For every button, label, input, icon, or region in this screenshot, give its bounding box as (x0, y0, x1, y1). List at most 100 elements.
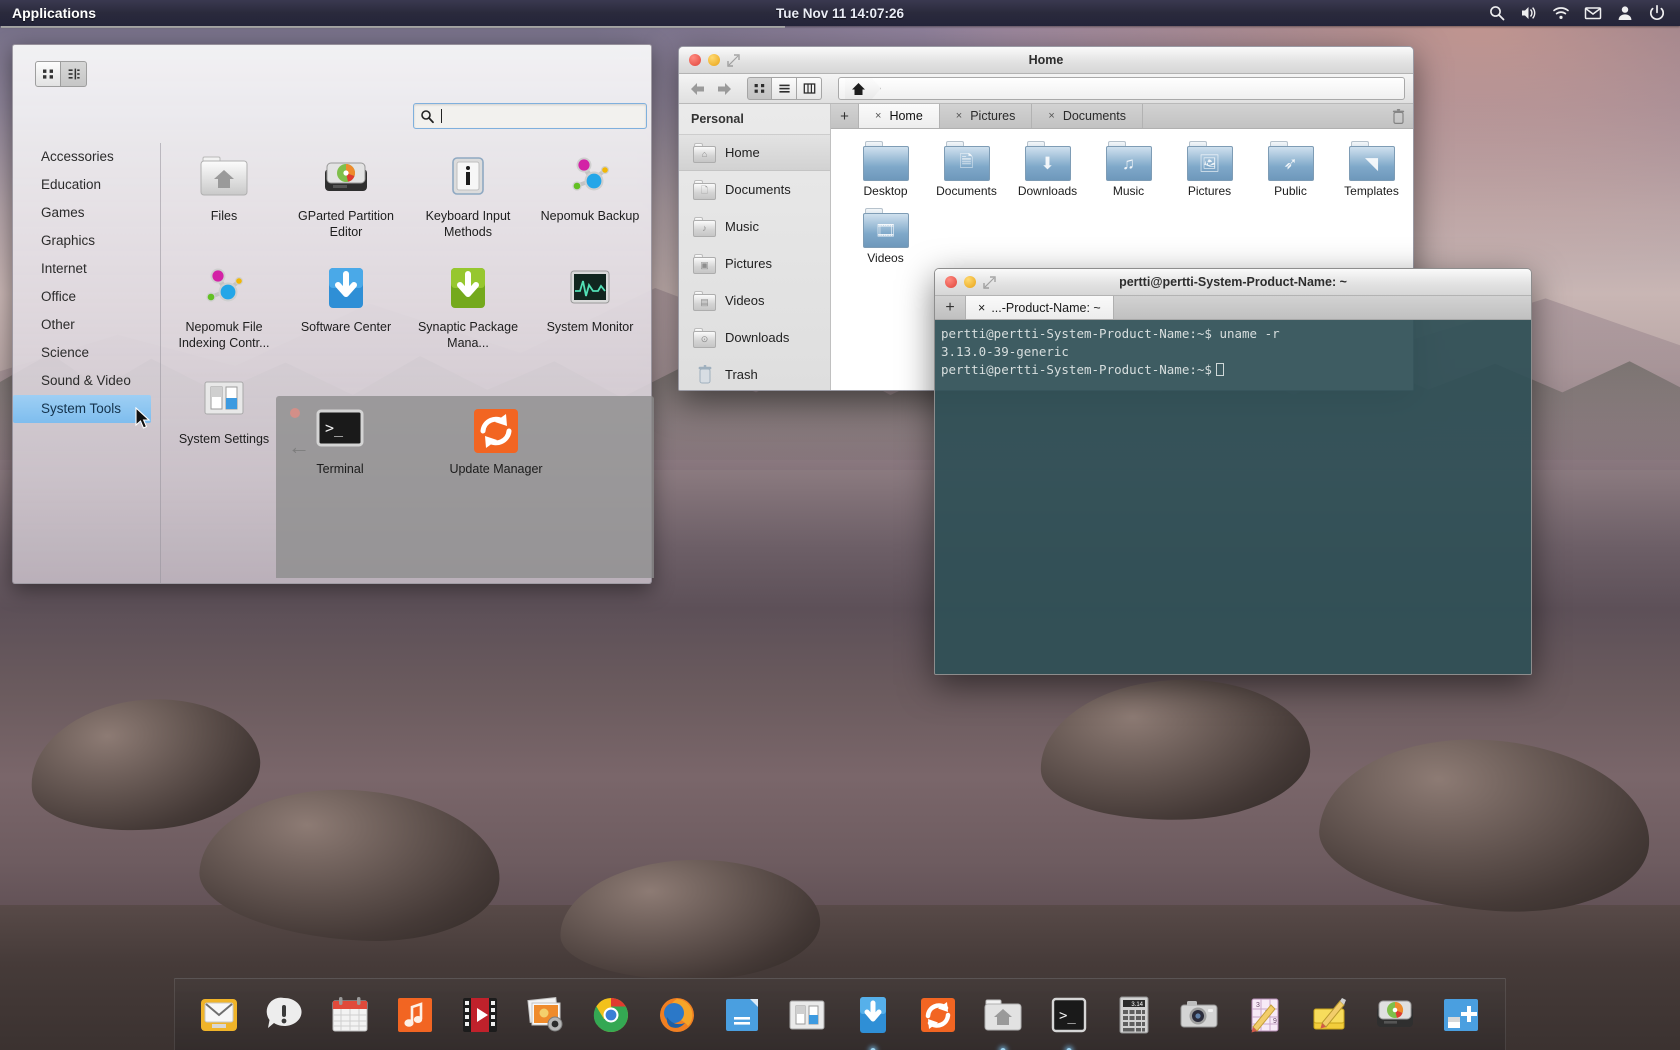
minimize-icon[interactable] (964, 276, 976, 288)
dock-item-terminal[interactable]: >_ (1043, 989, 1095, 1041)
close-icon[interactable] (945, 276, 957, 288)
terminal-tab[interactable]: × ...-Product-Name: ~ (965, 296, 1114, 319)
dock-item-camera[interactable] (1173, 989, 1225, 1041)
app-tile-software-center[interactable]: Software Center (285, 256, 407, 351)
sidebar-item-music[interactable]: ♪ Music (679, 208, 830, 245)
sidebar-item-documents[interactable]: 🗋 Documents (679, 171, 830, 208)
file-manager-toolbar[interactable] (679, 74, 1413, 104)
category-graphics[interactable]: Graphics (13, 227, 160, 255)
application-categories-list[interactable]: Accessories Education Games Graphics Int… (13, 143, 161, 584)
window-controls[interactable] (679, 54, 740, 67)
terminal-titlebar[interactable]: pertti@pertti-System-Product-Name: ~ (935, 269, 1531, 296)
dock-item-messages[interactable] (258, 989, 310, 1041)
view-toggle-group[interactable] (35, 61, 87, 87)
wifi-icon[interactable] (1552, 4, 1570, 22)
grid-view-icon[interactable] (35, 61, 61, 87)
new-tab-button[interactable]: + (831, 104, 859, 128)
category-sound-and-video[interactable]: Sound & Video (13, 367, 160, 395)
power-icon[interactable] (1648, 4, 1666, 22)
app-tile-files[interactable]: Files (163, 145, 285, 240)
window-controls[interactable] (935, 276, 996, 289)
icon-view-icon[interactable] (747, 77, 772, 100)
category-accessories[interactable]: Accessories (13, 143, 160, 171)
breadcrumb-home[interactable] (845, 78, 881, 99)
dock-item-notes[interactable] (1304, 989, 1356, 1041)
folder-item-templates[interactable]: ◥ Templates (1331, 141, 1412, 198)
app-tile-gparted[interactable]: GParted Partition Editor (285, 145, 407, 240)
dock-item-spreadsheet[interactable]: 359 (1239, 989, 1291, 1041)
folder-item-public[interactable]: ➶ Public (1250, 141, 1331, 198)
maximize-icon[interactable] (727, 54, 740, 67)
terminal-output[interactable]: pertti@pertti-System-Product-Name:~$ una… (935, 320, 1531, 675)
close-tab-icon[interactable]: × (875, 110, 881, 122)
back-arrow-icon[interactable] (687, 79, 707, 99)
dock-item-mail[interactable] (193, 989, 245, 1041)
dock-item-firefox[interactable] (651, 989, 703, 1041)
sidebar-item-downloads[interactable]: ⊙ Downloads (679, 319, 830, 356)
dock-item-photos[interactable] (520, 989, 572, 1041)
tab-documents[interactable]: × Documents (1032, 104, 1143, 128)
list-view-icon[interactable] (772, 77, 797, 100)
dock[interactable]: >_ 3.14 359 (174, 978, 1506, 1050)
dock-item-add-app[interactable] (1435, 989, 1487, 1041)
applications-search-input[interactable] (446, 109, 640, 124)
mail-icon[interactable] (1584, 4, 1602, 22)
terminal-window[interactable]: pertti@pertti-System-Product-Name: ~ + ×… (934, 268, 1532, 675)
list-view-icon[interactable] (61, 61, 87, 87)
dock-item-chrome[interactable] (585, 989, 637, 1041)
category-system-tools[interactable]: System Tools (13, 395, 151, 423)
file-manager-sidebar[interactable]: Personal ⌂ Home 🗋 Documents ♪ Music ▣ Pi… (679, 104, 831, 391)
folder-item-videos[interactable]: 🎞 Videos (845, 208, 926, 265)
app-tile-nepomuk-backup[interactable]: Nepomuk Backup (529, 145, 651, 240)
volume-icon[interactable] (1520, 4, 1538, 22)
folder-item-downloads[interactable]: ⬇ Downloads (1007, 141, 1088, 198)
close-icon[interactable] (689, 54, 701, 66)
dock-item-software-center[interactable] (847, 989, 899, 1041)
applications-menu-button[interactable]: Applications (0, 0, 108, 26)
applications-search-wrapper[interactable] (413, 103, 647, 129)
close-tab-icon[interactable]: × (956, 110, 962, 122)
app-tile-keyboard-input-methods[interactable]: Keyboard Input Methods (407, 145, 529, 240)
forward-arrow-icon[interactable] (715, 79, 735, 99)
app-tile-system-monitor[interactable]: System Monitor (529, 256, 651, 351)
dock-item-music[interactable] (389, 989, 441, 1041)
user-icon[interactable] (1616, 4, 1634, 22)
close-tab-icon[interactable]: × (1048, 110, 1054, 122)
category-internet[interactable]: Internet (13, 255, 160, 283)
app-tile-synaptic[interactable]: Synaptic Package Mana... (407, 256, 529, 351)
app-tile-nepomuk-file-indexing[interactable]: Nepomuk File Indexing Contr... (163, 256, 285, 351)
trash-icon[interactable] (1383, 104, 1413, 128)
tab-home[interactable]: × Home (859, 104, 940, 128)
folder-item-pictures[interactable]: 🖼 Pictures (1169, 141, 1250, 198)
sidebar-item-pictures[interactable]: ▣ Pictures (679, 245, 830, 282)
sidebar-item-trash[interactable]: Trash (679, 356, 830, 391)
category-games[interactable]: Games (13, 199, 160, 227)
column-view-icon[interactable] (797, 77, 822, 100)
category-education[interactable]: Education (13, 171, 160, 199)
app-tile-system-settings[interactable]: System Settings (163, 368, 285, 448)
sidebar-item-videos[interactable]: ▤ Videos (679, 282, 830, 319)
maximize-icon[interactable] (983, 276, 996, 289)
view-mode-group[interactable] (747, 77, 822, 100)
dock-item-update-manager[interactable] (912, 989, 964, 1041)
category-other[interactable]: Other (13, 311, 160, 339)
path-breadcrumb-bar[interactable] (838, 77, 1405, 100)
tab-pictures[interactable]: × Pictures (940, 104, 1033, 128)
switcher-item-update-manager[interactable]: Update Manager (446, 406, 546, 478)
dock-item-calculator[interactable]: 3.14 (1108, 989, 1160, 1041)
dock-item-calendar[interactable] (324, 989, 376, 1041)
file-manager-titlebar[interactable]: Home (679, 47, 1413, 74)
folder-item-desktop[interactable]: Desktop (845, 141, 926, 198)
sidebar-item-home[interactable]: ⌂ Home (679, 134, 830, 171)
close-icon[interactable] (290, 408, 300, 418)
category-office[interactable]: Office (13, 283, 160, 311)
applications-search-box[interactable] (413, 103, 647, 129)
new-tab-button[interactable]: + (935, 296, 965, 319)
folder-item-documents[interactable]: 🗎 Documents (926, 141, 1007, 198)
terminal-tabbar[interactable]: + × ...-Product-Name: ~ (935, 296, 1531, 320)
search-icon[interactable] (1488, 4, 1506, 22)
file-manager-tabbar[interactable]: + × Home × Pictures × Documents (831, 104, 1413, 129)
dock-item-disk-utility[interactable] (1369, 989, 1421, 1041)
folder-item-music[interactable]: ♫ Music (1088, 141, 1169, 198)
close-tab-icon[interactable]: × (978, 301, 985, 315)
